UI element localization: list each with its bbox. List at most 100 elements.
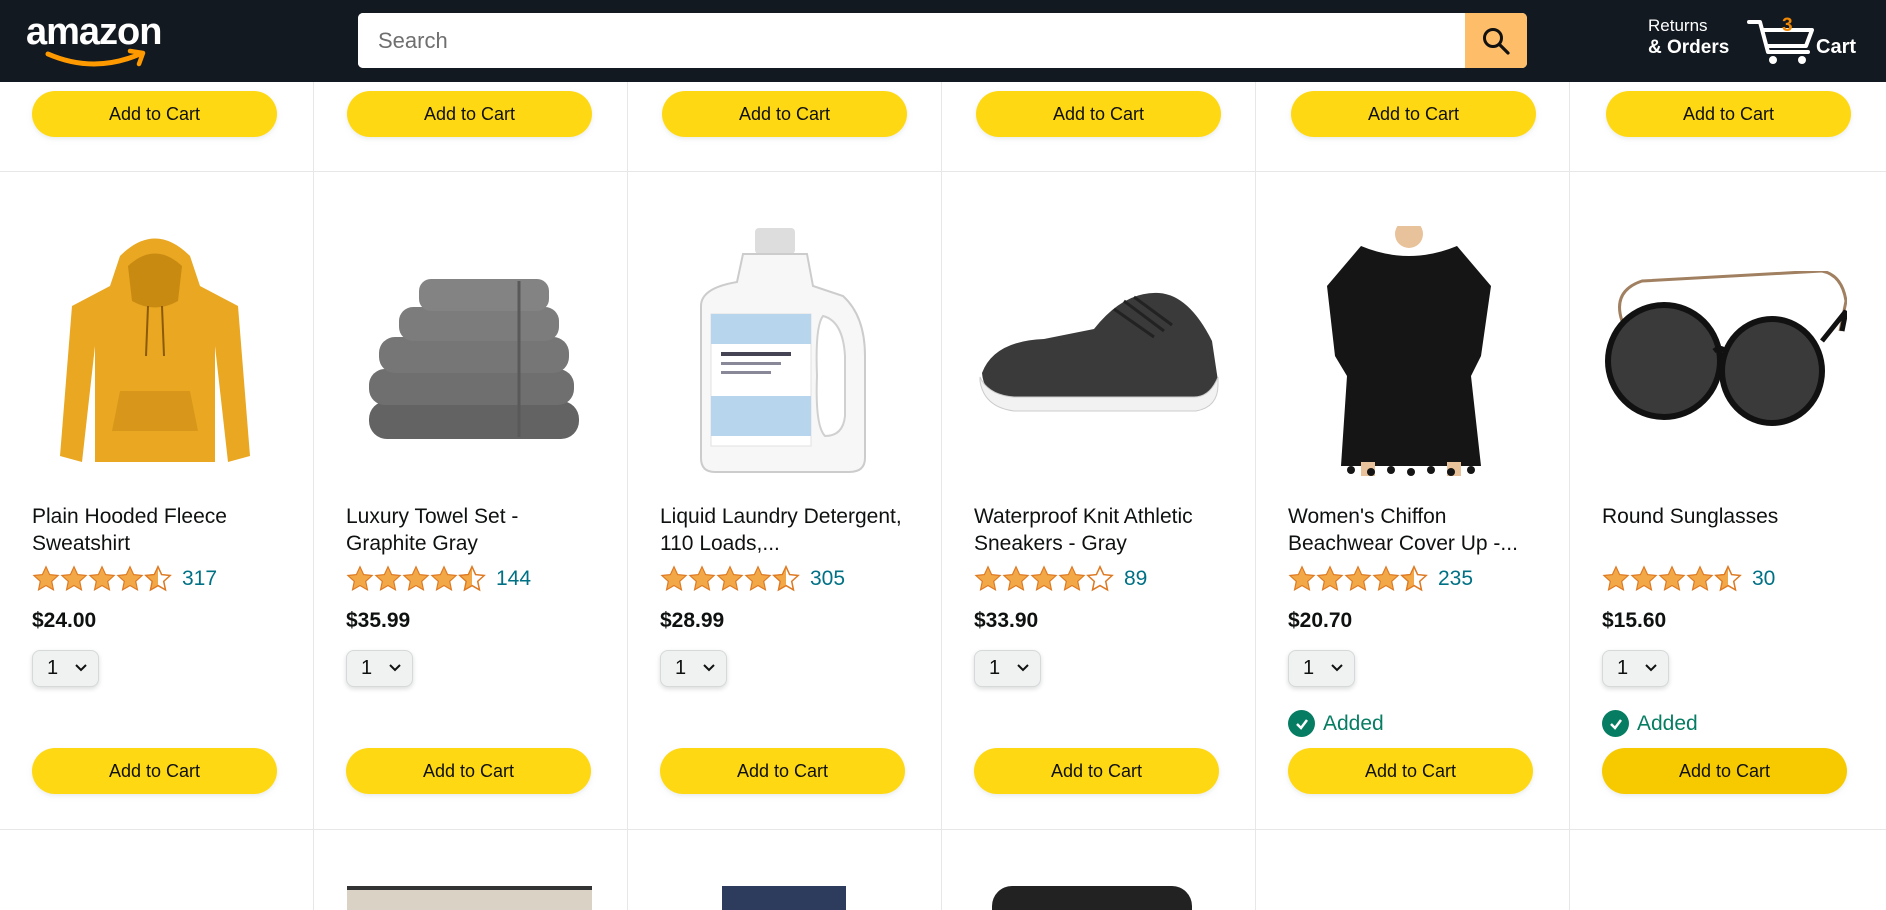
chevron-down-icon: [75, 664, 87, 672]
star-icon: [1086, 565, 1114, 592]
logo-smile-icon: [45, 48, 146, 67]
review-count[interactable]: 235: [1438, 567, 1473, 591]
added-confirmation: Added: [1602, 710, 1698, 737]
star-icon: [688, 565, 716, 592]
product-image-partial[interactable]: [347, 886, 592, 910]
product-title[interactable]: Round Sunglasses: [1602, 503, 1852, 530]
add-to-cart-button[interactable]: Add to Cart: [346, 748, 591, 794]
star-rating: [1288, 565, 1428, 593]
add-to-cart-button[interactable]: Add to Cart: [32, 748, 277, 794]
star-icon: [1686, 565, 1714, 592]
product-image[interactable]: [32, 226, 277, 476]
added-confirmation: Added: [1288, 710, 1384, 737]
orders-label: & Orders: [1648, 37, 1730, 58]
star-icon: [660, 565, 688, 592]
top-nav-bar: amazon Returns & Orders 3 Cart: [0, 0, 1886, 82]
star-icon: [402, 565, 430, 592]
review-count[interactable]: 305: [810, 567, 845, 591]
star-rating: [974, 565, 1114, 593]
product-image[interactable]: [1602, 226, 1847, 476]
product-title[interactable]: Women's Chiffon Beachwear Cover Up -...: [1288, 503, 1538, 557]
star-icon: [346, 565, 374, 592]
towel-set-image: [368, 279, 579, 439]
add-to-cart-button[interactable]: Add to Cart: [1602, 748, 1847, 794]
star-icon: [744, 565, 772, 592]
quantity-select[interactable]: 1: [346, 650, 413, 687]
quantity-value: 1: [675, 657, 687, 679]
review-count[interactable]: 317: [182, 567, 217, 591]
product-image[interactable]: [974, 226, 1219, 476]
star-icon: [772, 565, 800, 592]
quantity-select[interactable]: 1: [974, 650, 1041, 687]
review-count[interactable]: 89: [1124, 567, 1147, 591]
product-title[interactable]: Plain Hooded Fleece Sweatshirt: [32, 503, 282, 557]
star-icon: [1344, 565, 1372, 592]
product-price: $15.60: [1602, 609, 1667, 632]
review-count[interactable]: 30: [1752, 567, 1775, 591]
search-input[interactable]: [358, 13, 1466, 68]
star-icon: [1058, 565, 1086, 592]
star-icon: [716, 565, 744, 592]
quantity-select[interactable]: 1: [660, 650, 727, 687]
star-icon: [1714, 565, 1742, 592]
chevron-down-icon: [1645, 664, 1657, 672]
product-image-partial[interactable]: [722, 886, 846, 910]
sneaker-image: [979, 292, 1219, 412]
product-rating[interactable]: 144: [346, 565, 531, 593]
star-icon: [88, 565, 116, 592]
product-card: Round Sunglasses 30 $15.60 1 Added Add t…: [1570, 82, 1886, 910]
star-icon: [458, 565, 486, 592]
star-icon: [974, 565, 1002, 592]
product-price: $35.99: [346, 609, 411, 632]
chevron-down-icon: [389, 664, 401, 672]
star-icon: [1400, 565, 1428, 592]
product-card: Luxury Towel Set - Graphite Gray 144 $35…: [314, 82, 628, 910]
quantity-select[interactable]: 1: [32, 650, 99, 687]
product-rating[interactable]: 317: [32, 565, 217, 593]
star-rating: [346, 565, 486, 593]
product-rating[interactable]: 30: [1602, 565, 1775, 593]
hoodie-image: [59, 238, 250, 462]
quantity-value: 1: [989, 657, 1001, 679]
chevron-down-icon: [703, 664, 715, 672]
star-icon: [430, 565, 458, 592]
logo-text: amazon: [26, 11, 162, 53]
star-icon: [1316, 565, 1344, 592]
add-to-cart-button[interactable]: Add to Cart: [660, 748, 905, 794]
add-to-cart-button[interactable]: Add to Cart: [974, 748, 1219, 794]
star-icon: [1030, 565, 1058, 592]
add-to-cart-button[interactable]: Add to Cart: [1288, 748, 1533, 794]
quantity-select[interactable]: 1: [1602, 650, 1669, 687]
product-image[interactable]: [660, 226, 905, 476]
product-price: $20.70: [1288, 609, 1353, 632]
checkmark-icon: [1288, 710, 1315, 737]
product-price: $33.90: [974, 609, 1039, 632]
cart-button[interactable]: 3 Cart: [1746, 12, 1866, 70]
product-card: Liquid Laundry Detergent, 110 Loads,... …: [628, 82, 942, 910]
review-count[interactable]: 144: [496, 567, 531, 591]
added-label: Added: [1637, 711, 1698, 735]
added-label: Added: [1323, 711, 1384, 735]
star-icon: [144, 565, 172, 592]
product-rating[interactable]: 89: [974, 565, 1147, 593]
product-title[interactable]: Waterproof Knit Athletic Sneakers - Gray: [974, 503, 1224, 557]
quantity-value: 1: [1303, 657, 1315, 679]
quantity-select[interactable]: 1: [1288, 650, 1355, 687]
star-rating: [32, 565, 172, 593]
product-rating[interactable]: 235: [1288, 565, 1473, 593]
product-image[interactable]: [346, 226, 591, 476]
star-icon: [374, 565, 402, 592]
product-image-partial[interactable]: [992, 886, 1192, 910]
product-card: Plain Hooded Fleece Sweatshirt 317 $24.0…: [0, 82, 314, 910]
search-button[interactable]: [1465, 13, 1527, 68]
product-title[interactable]: Liquid Laundry Detergent, 110 Loads,...: [660, 503, 910, 557]
quantity-value: 1: [47, 657, 59, 679]
star-icon: [1658, 565, 1686, 592]
product-rating[interactable]: 305: [660, 565, 845, 593]
star-icon: [1288, 565, 1316, 592]
returns-orders-link[interactable]: Returns & Orders: [1648, 15, 1729, 59]
product-image[interactable]: [1288, 226, 1533, 476]
product-title[interactable]: Luxury Towel Set - Graphite Gray: [346, 503, 596, 557]
product-card: Waterproof Knit Athletic Sneakers - Gray…: [942, 82, 1256, 910]
amazon-logo[interactable]: amazon: [26, 12, 176, 70]
